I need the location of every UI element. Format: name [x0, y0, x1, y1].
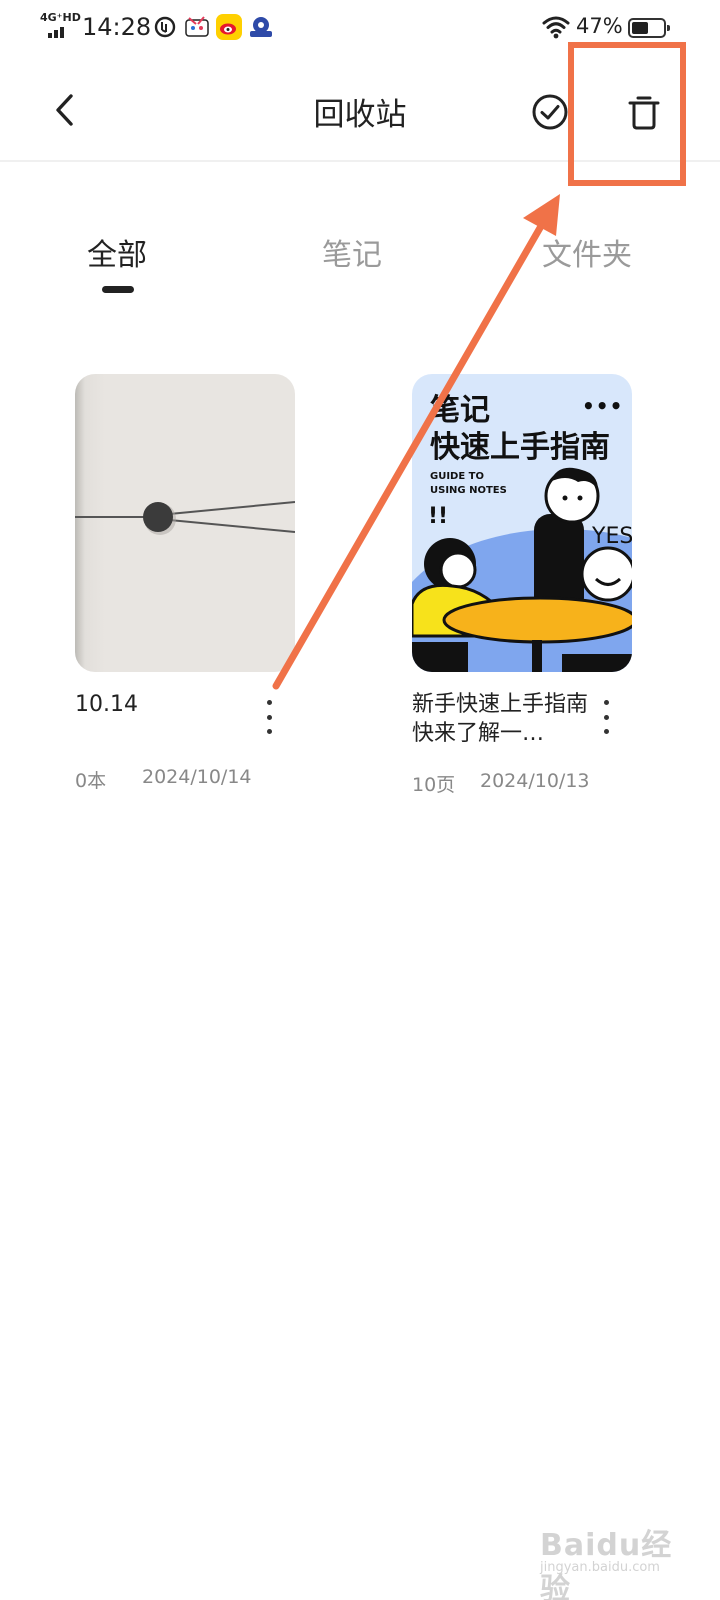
news-app-icon: [248, 14, 274, 40]
cover-dots: •••: [582, 394, 624, 418]
weibo-icon: [216, 14, 242, 40]
empty-trash-button[interactable]: [622, 90, 666, 134]
item-date: 2024/10/14: [142, 766, 252, 788]
header-divider: [0, 160, 720, 162]
item-count: 10页: [412, 774, 456, 796]
cover-headline: 快速上手指南: [430, 430, 610, 465]
note-cover: 笔记 快速上手指南 GUIDE TO USING NOTES ••• !! YE…: [412, 374, 632, 672]
tab-indicator: [102, 286, 134, 293]
battery-percent: 47%: [576, 14, 623, 38]
item-title: 10.14: [75, 692, 138, 717]
status-time: 14:28: [82, 13, 152, 41]
folder-cover: [75, 374, 295, 672]
status-bar: 4G⁺HD 14:28 47%: [0, 0, 720, 56]
video-app-icon: [184, 14, 210, 40]
item-date: 2024/10/13: [480, 770, 590, 792]
battery-icon: [628, 18, 670, 38]
watermark: Baidu经验 jingyan.baidu.com: [540, 1520, 690, 1600]
top-app-bar: 回收站: [0, 56, 720, 162]
data-saver-icon: [152, 14, 178, 40]
tab-bar: 全部 笔记 文件夹: [0, 222, 720, 302]
tab-notes[interactable]: 笔记: [322, 230, 382, 274]
wifi-icon: [542, 16, 570, 39]
network-type: 4G⁺HD: [40, 11, 81, 24]
recycle-bin-screen: 4G⁺HD 14:28 47% 回收站 全部 笔记 文件夹 10.14 0本 2…: [0, 0, 720, 1600]
trash-icon: [628, 96, 660, 130]
page-title: 回收站: [313, 97, 407, 133]
cover-subtitle: GUIDE TO: [430, 471, 484, 482]
signal-icon: [48, 26, 70, 38]
trash-item-card[interactable]: 10.14 0本 2024/10/14: [75, 374, 295, 794]
cover-subtitle: USING NOTES: [430, 485, 507, 496]
more-options-button[interactable]: [259, 700, 279, 734]
trash-item-card[interactable]: 笔记 快速上手指南 GUIDE TO USING NOTES ••• !! YE…: [412, 374, 632, 796]
cover-exclaim: !!: [428, 504, 449, 529]
item-count: 0本: [75, 770, 107, 792]
more-options-button[interactable]: [596, 700, 616, 734]
item-title: 新手快速上手指南快来了解一…: [412, 692, 589, 746]
tab-all[interactable]: 全部: [87, 230, 147, 274]
tab-folders[interactable]: 文件夹: [542, 230, 632, 274]
select-all-button[interactable]: [528, 90, 572, 134]
check-circle-icon: [532, 94, 568, 130]
watermark-url: jingyan.baidu.com: [540, 1560, 660, 1575]
cover-yes-text: YES: [592, 524, 632, 549]
